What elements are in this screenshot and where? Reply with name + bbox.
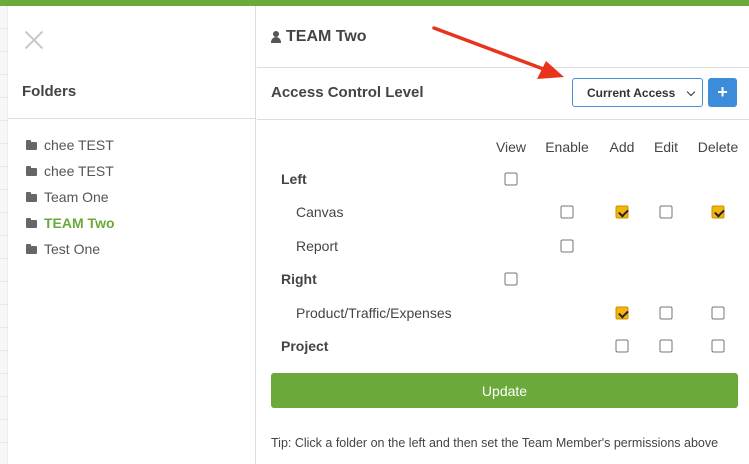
column-header-enable: Enable: [545, 139, 589, 155]
sidebar-divider: [8, 118, 256, 119]
access-level-select[interactable]: Current Access: [572, 78, 703, 107]
checkbox-edit[interactable]: [659, 339, 673, 353]
access-select-value: Current Access: [587, 85, 676, 100]
folder-label: chee TEST: [44, 137, 114, 153]
permission-row-label: Right: [281, 271, 317, 287]
tip-text: Tip: Click a folder on the left and then…: [271, 436, 719, 450]
folder-icon: [26, 218, 37, 228]
checkbox-delete[interactable]: [711, 205, 725, 219]
folder-icon: [26, 192, 37, 202]
folders-title: Folders: [22, 83, 77, 100]
folder-item[interactable]: TEAM Two: [26, 210, 115, 236]
folder-item[interactable]: chee TEST: [26, 132, 115, 158]
permission-row-label: Canvas: [296, 204, 344, 220]
folders-sidebar: Folders chee TEST chee TEST Team One TEAM T…: [8, 6, 256, 464]
folder-icon: [26, 244, 37, 254]
folder-label: TEAM Two: [44, 215, 115, 231]
acl-divider: [257, 119, 749, 120]
user-icon: [271, 31, 281, 43]
folder-item[interactable]: Test One: [26, 236, 115, 262]
permission-row-label: Product/Traffic/Expenses: [296, 305, 452, 321]
column-header-delete: Delete: [697, 139, 739, 155]
header-divider: [257, 67, 749, 68]
permission-row-label: Project: [281, 338, 329, 354]
folder-icon: [26, 140, 37, 150]
checkbox-delete[interactable]: [711, 306, 725, 320]
permission-row-label: Left: [281, 171, 307, 187]
column-header-add: Add: [609, 139, 635, 155]
folder-label: Test One: [44, 241, 101, 257]
left-edge-lines: [0, 6, 8, 464]
folder-item[interactable]: chee TEST: [26, 158, 115, 184]
close-icon[interactable]: [24, 30, 44, 50]
team-name: TEAM Two: [286, 28, 367, 45]
permission-row-label: Report: [296, 238, 339, 254]
column-header-edit: Edit: [653, 139, 679, 155]
checkbox-add[interactable]: [615, 306, 629, 320]
folder-label: chee TEST: [44, 163, 114, 179]
chevron-down-icon: [686, 87, 696, 97]
main-panel: TEAM Two Access Control Level Current Ac…: [257, 6, 749, 464]
checkbox-enable[interactable]: [560, 205, 574, 219]
acl-title: Access Control Level: [271, 84, 424, 101]
checkbox-edit[interactable]: [659, 306, 673, 320]
team-header: TEAM Two: [271, 28, 367, 46]
add-access-button[interactable]: +: [708, 78, 737, 107]
update-button[interactable]: Update: [271, 373, 738, 408]
folder-icon: [26, 166, 37, 176]
folder-list: chee TEST chee TEST Team One TEAM Two Test O…: [26, 132, 115, 262]
checkbox-add[interactable]: [615, 205, 629, 219]
column-header-view: View: [495, 139, 527, 155]
checkbox-add[interactable]: [615, 339, 629, 353]
checkbox-view[interactable]: [504, 272, 518, 286]
checkbox-view[interactable]: [504, 172, 518, 186]
folder-item[interactable]: Team One: [26, 184, 115, 210]
checkbox-delete[interactable]: [711, 339, 725, 353]
checkbox-enable[interactable]: [560, 239, 574, 253]
folder-label: Team One: [44, 189, 109, 205]
checkbox-edit[interactable]: [659, 205, 673, 219]
